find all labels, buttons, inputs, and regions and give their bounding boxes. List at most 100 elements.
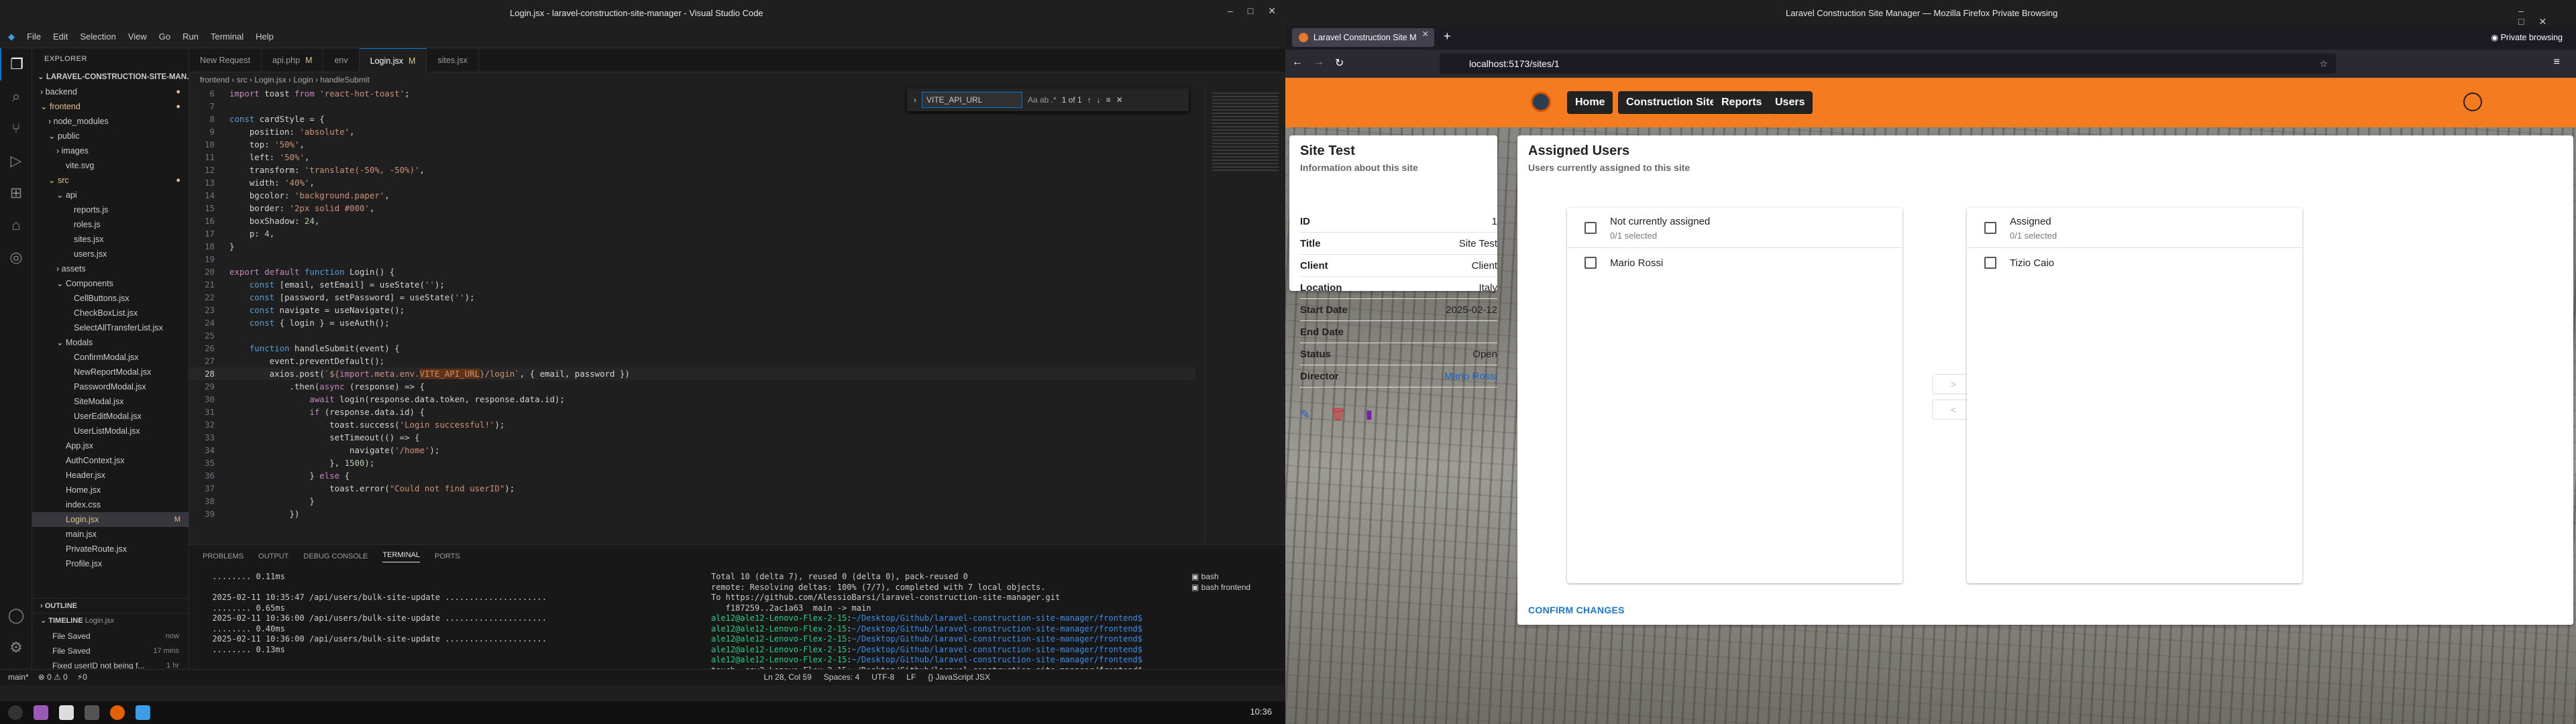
menu-item-view[interactable]: View bbox=[128, 32, 147, 42]
nav-button-users[interactable]: Users bbox=[1767, 91, 1813, 114]
editor-tab[interactable]: New Request bbox=[189, 48, 262, 72]
tree-item[interactable]: ⌄ Modals bbox=[32, 335, 189, 350]
panel-tab-terminal[interactable]: TERMINAL bbox=[382, 551, 420, 562]
status-item[interactable]: ⊗ 0 ⚠ 0 bbox=[38, 672, 68, 682]
nav-button-home[interactable]: Home bbox=[1567, 91, 1613, 114]
vscode-window-controls[interactable]: –□✕ bbox=[1228, 5, 1291, 17]
browser-tab[interactable]: Laravel Construction Site M ✕ bbox=[1292, 28, 1434, 47]
tree-item[interactable]: vite.svg bbox=[32, 158, 189, 173]
nav-button-reports[interactable]: Reports bbox=[1713, 91, 1770, 114]
tree-item[interactable]: reports.js bbox=[32, 202, 189, 217]
editor-tab[interactable]: api.php M bbox=[262, 48, 324, 72]
timeline-section[interactable]: ⌄ TIMELINE Login.jsx bbox=[32, 613, 189, 627]
back-icon[interactable]: ← bbox=[1292, 56, 1303, 68]
tree-item[interactable]: Profile.jsx bbox=[32, 556, 189, 571]
bookmark-star-icon[interactable]: ☆ bbox=[2319, 54, 2328, 74]
account-icon[interactable]: ◯ bbox=[0, 599, 32, 631]
reload-icon[interactable]: ↻ bbox=[1335, 56, 1344, 70]
tree-item[interactable]: ⌄ api bbox=[32, 188, 189, 202]
extensions-icon[interactable]: ⊞ bbox=[0, 177, 32, 209]
select-all-unassigned-checkbox[interactable] bbox=[1585, 222, 1597, 234]
tree-item[interactable]: ⌄ src ● bbox=[32, 173, 189, 188]
activities-icon[interactable] bbox=[8, 705, 23, 720]
forward-icon[interactable]: → bbox=[1313, 56, 1324, 68]
tree-item[interactable]: roles.js bbox=[32, 217, 189, 232]
timeline-item[interactable]: File Saved now bbox=[32, 629, 189, 644]
menu-item-edit[interactable]: Edit bbox=[53, 32, 68, 42]
tree-item[interactable]: index.css bbox=[32, 497, 189, 512]
menu-item-terminal[interactable]: Terminal bbox=[211, 32, 244, 42]
tree-item[interactable]: SiteModal.jsx bbox=[32, 394, 189, 409]
find-options[interactable]: Aa ab .* bbox=[1028, 95, 1057, 105]
terminal-instance[interactable]: ▣ bash frontend bbox=[1191, 583, 1272, 593]
menu-icon[interactable]: ≡ bbox=[1106, 95, 1111, 105]
tree-item[interactable]: Home.jsx bbox=[32, 483, 189, 497]
editor-tab[interactable]: sites.jsx bbox=[427, 48, 479, 72]
menu-item-help[interactable]: Help bbox=[256, 32, 274, 42]
firefox-window-controls[interactable]: –□✕ bbox=[2518, 5, 2576, 27]
panel-tab-ports[interactable]: PORTS bbox=[435, 552, 460, 560]
tree-item[interactable]: ConfirmModal.jsx bbox=[32, 350, 189, 365]
app-icon[interactable] bbox=[34, 705, 48, 720]
arrow-up-icon[interactable]: ↑ bbox=[1087, 95, 1091, 105]
tree-item[interactable]: App.jsx bbox=[32, 438, 189, 453]
tree-item[interactable]: › images bbox=[32, 143, 189, 158]
panel-tab-output[interactable]: OUTPUT bbox=[258, 552, 288, 560]
assigned-item-checkbox[interactable] bbox=[1984, 257, 1996, 269]
tree-item[interactable]: sites.jsx bbox=[32, 232, 189, 247]
menu-item-run[interactable]: Run bbox=[182, 32, 199, 42]
confirm-changes-button[interactable]: CONFIRM CHANGES bbox=[1528, 605, 1625, 615]
outline-section[interactable]: › OUTLINE bbox=[32, 598, 189, 613]
copilot-icon[interactable]: ◎ bbox=[0, 241, 32, 274]
panel-tab-debug-console[interactable]: DEBUG CONSOLE bbox=[303, 552, 368, 560]
search-icon[interactable]: ⌕ bbox=[0, 80, 32, 113]
files-icon[interactable] bbox=[59, 705, 74, 720]
site-logo-icon[interactable] bbox=[1531, 92, 1551, 112]
status-item[interactable]: Ln 28, Col 59 bbox=[764, 672, 812, 682]
code-view[interactable]: 6 import toast from 'react-hot-toast'; 7 8 c… bbox=[189, 87, 1195, 520]
new-tab-icon[interactable]: + bbox=[1444, 29, 1451, 44]
timeline-item[interactable]: Fixed userID not being f... 1 hr bbox=[32, 658, 189, 669]
profile-avatar-icon[interactable] bbox=[2463, 93, 2482, 111]
terminal-left[interactable]: ........ 0.11ms 2025-02-11 10:35:47 /api… bbox=[203, 572, 686, 655]
breadcrumb[interactable]: frontend › src › Login.jsx › Login › han… bbox=[189, 72, 1285, 87]
status-item[interactable]: main* bbox=[8, 672, 29, 682]
status-item[interactable]: LF bbox=[906, 672, 916, 682]
unassigned-item[interactable]: Mario Rossi bbox=[1567, 248, 1902, 278]
tree-item[interactable]: Login.jsx M bbox=[32, 512, 189, 527]
status-item[interactable]: ⚡0 bbox=[77, 672, 87, 682]
info-value[interactable]: Mario Rossi bbox=[1444, 365, 1497, 387]
tree-item[interactable]: › assets bbox=[32, 261, 189, 276]
tree-item[interactable]: AuthContext.jsx bbox=[32, 453, 189, 468]
tree-item[interactable]: ⌄ Components bbox=[32, 276, 189, 291]
tree-item[interactable]: users.jsx bbox=[32, 247, 189, 261]
project-root[interactable]: ⌄ LARAVEL-CONSTRUCTION-SITE-MAN... bbox=[32, 70, 189, 84]
editor-tab[interactable]: Login.jsx M bbox=[359, 48, 427, 72]
tree-item[interactable]: ⌄ frontend ● bbox=[32, 99, 189, 114]
menu-item-go[interactable]: Go bbox=[159, 32, 170, 42]
close-icon[interactable]: ✕ bbox=[1116, 95, 1123, 105]
tree-item[interactable]: CheckBoxList.jsx bbox=[32, 306, 189, 320]
status-item[interactable]: {} JavaScript JSX bbox=[928, 672, 990, 682]
minimap[interactable] bbox=[1205, 87, 1285, 543]
tree-item[interactable]: PrivateRoute.jsx bbox=[32, 542, 189, 556]
tree-item[interactable]: Header.jsx bbox=[32, 468, 189, 483]
menu-item-selection[interactable]: Selection bbox=[80, 32, 115, 42]
panel-tab-problems[interactable]: PROBLEMS bbox=[203, 552, 244, 560]
explorer-icon[interactable]: ❐ bbox=[0, 48, 32, 80]
tree-item[interactable]: UserListModal.jsx bbox=[32, 424, 189, 438]
status-item[interactable]: Spaces: 4 bbox=[824, 672, 859, 682]
firefox-app-icon[interactable] bbox=[110, 705, 125, 720]
arrow-down-icon[interactable]: ↓ bbox=[1097, 95, 1101, 105]
url-bar[interactable]: localhost:5173/sites/1 ☆ bbox=[1440, 54, 2336, 74]
source-control-icon[interactable]: ⑂ bbox=[0, 113, 32, 145]
tree-item[interactable]: ⌄ public bbox=[32, 129, 189, 143]
tree-item[interactable]: › backend ● bbox=[32, 84, 189, 99]
assigned-item[interactable]: Tizio Caio bbox=[1967, 248, 2302, 278]
editor-tab[interactable]: env bbox=[323, 48, 360, 72]
tree-item[interactable]: SelectAllTransferList.jsx bbox=[32, 320, 189, 335]
app-menu-icon[interactable]: ≡ bbox=[2554, 56, 2560, 68]
tree-item[interactable]: PasswordModal.jsx bbox=[32, 379, 189, 394]
tab-close-icon[interactable]: ✕ bbox=[1422, 28, 1429, 41]
terminal-instance[interactable]: ▣ bash bbox=[1191, 572, 1272, 583]
